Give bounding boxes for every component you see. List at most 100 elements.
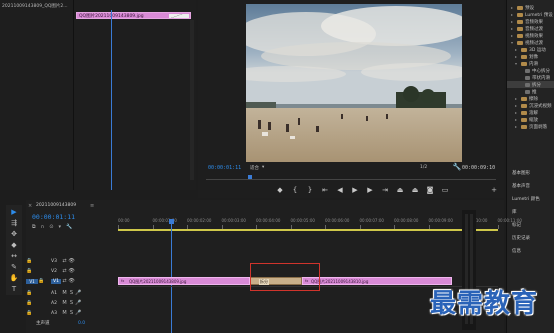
- track-header-v3[interactable]: 🔒 V3 ⇄ 👁: [26, 256, 114, 266]
- effects-tree-item[interactable]: ▸ 擦除: [507, 95, 554, 102]
- effects-tree-label: 带状内滑: [532, 75, 550, 81]
- folder-icon: [521, 96, 527, 101]
- source-scrollbar[interactable]: [190, 20, 194, 180]
- track-select-tool-icon[interactable]: ⇶: [10, 219, 18, 227]
- microphone-icon[interactable]: 🎤: [75, 290, 82, 296]
- sync-lock-icon[interactable]: ⇄: [61, 268, 68, 274]
- lock-icon[interactable]: 🔒: [26, 310, 33, 316]
- marker-icon[interactable]: ▾: [58, 224, 61, 230]
- panel-link-info[interactable]: 信息: [512, 248, 521, 254]
- track-header-v2[interactable]: 🔒 V2 ⇄ 👁: [26, 266, 114, 276]
- source-patch-v1[interactable]: V1: [26, 278, 38, 284]
- track-header-a2[interactable]: 🔒 A2 M S 🎤: [26, 298, 114, 308]
- effects-tree-item[interactable]: 带状内滑: [507, 74, 554, 81]
- go-to-in-icon[interactable]: ⇤: [319, 184, 331, 196]
- wrench-icon[interactable]: 🔧: [453, 163, 462, 170]
- lock-icon[interactable]: 🔒: [26, 258, 33, 264]
- panel-link-basic-sound[interactable]: 基本声音: [512, 183, 530, 189]
- effects-tree-item[interactable]: ▸ 缩放: [507, 116, 554, 123]
- close-icon[interactable]: ×: [28, 203, 32, 209]
- timeline-settings-icon[interactable]: 🔧: [66, 224, 72, 230]
- pen-tool-icon[interactable]: ✎: [10, 263, 18, 271]
- export-frame-icon[interactable]: ◙: [424, 184, 436, 196]
- mute-button[interactable]: M: [61, 310, 68, 316]
- go-to-out-icon[interactable]: ⇥: [379, 184, 391, 196]
- panel-link-lumetri[interactable]: Lumetri 颜色: [512, 196, 540, 202]
- snap-icon[interactable]: ∩: [41, 224, 45, 230]
- lock-icon[interactable]: 🔒: [38, 278, 45, 284]
- mute-button[interactable]: M: [61, 300, 68, 306]
- effects-tree-item[interactable]: ▸ 3D 运动: [507, 46, 554, 53]
- track-header-a1[interactable]: 🔒 A1 M S 🎤: [26, 288, 114, 298]
- hand-tool-icon[interactable]: ✋: [10, 274, 19, 282]
- clip-v1-first[interactable]: fx QQ图片20211009143809.jpg: [118, 277, 250, 285]
- mark-out-icon[interactable]: }: [304, 184, 316, 196]
- type-tool-icon[interactable]: T: [10, 285, 18, 293]
- source-clip-bar[interactable]: QQ图片20211009143809.jpg: [76, 12, 191, 19]
- lock-icon[interactable]: 🔒: [26, 268, 33, 274]
- comparison-view-icon[interactable]: ▭: [439, 184, 451, 196]
- effects-tree-item[interactable]: ▸ 划像: [507, 53, 554, 60]
- effects-tree-item[interactable]: ▸ 音频过渡: [507, 25, 554, 32]
- step-forward-icon[interactable]: ▶: [364, 184, 376, 196]
- mark-in-icon[interactable]: {: [289, 184, 301, 196]
- eye-icon[interactable]: 👁: [68, 268, 75, 274]
- program-playhead[interactable]: [248, 175, 252, 179]
- master-value[interactable]: 0.0: [78, 321, 85, 326]
- folder-icon: [517, 26, 523, 31]
- lift-icon[interactable]: ⏏: [394, 184, 406, 196]
- lock-icon[interactable]: 🔒: [26, 290, 33, 296]
- track-header-a3[interactable]: 🔒 A3 M S 🎤: [26, 308, 114, 318]
- time-ruler[interactable]: 00:00 00:00:01:00 00:00:02:00 00:00:03:00 00…: [118, 217, 522, 231]
- effects-tree-item[interactable]: 推: [507, 88, 554, 95]
- extract-icon[interactable]: ⏏: [409, 184, 421, 196]
- microphone-icon[interactable]: 🎤: [75, 300, 82, 306]
- eye-icon[interactable]: 👁: [68, 278, 75, 284]
- effects-tree-item[interactable]: 拆分: [507, 81, 554, 88]
- solo-button[interactable]: S: [68, 290, 75, 296]
- effects-tree-item[interactable]: 中心拆分: [507, 67, 554, 74]
- effects-tree-item[interactable]: ▾ 视频过渡: [507, 39, 554, 46]
- folder-icon: [521, 103, 527, 108]
- add-button-icon[interactable]: +: [490, 186, 498, 194]
- panel-link-history[interactable]: 历史记录: [512, 235, 530, 241]
- timeline-timecode[interactable]: 00:00:01:11: [32, 213, 75, 221]
- slip-tool-icon[interactable]: ↔: [10, 252, 18, 260]
- step-back-icon[interactable]: ◀: [334, 184, 346, 196]
- menu-icon[interactable]: ≡: [90, 203, 94, 209]
- program-scrubber[interactable]: [206, 175, 496, 180]
- effects-tree-item[interactable]: ▸ 预设: [507, 4, 554, 11]
- selection-tool-icon[interactable]: ▶: [10, 208, 18, 216]
- sync-lock-icon[interactable]: ⇄: [61, 258, 68, 264]
- track-header-v1[interactable]: V1 🔒 V1 ⇄ 👁: [26, 276, 114, 286]
- play-icon[interactable]: ▶: [349, 184, 361, 196]
- effects-tree-item[interactable]: ▸ 视频效果: [507, 32, 554, 39]
- effects-tree-item[interactable]: ▸ 页面剥落: [507, 123, 554, 130]
- effects-tree-item[interactable]: ▾ 内滑: [507, 60, 554, 67]
- sequence-tab[interactable]: 20211009143809: [36, 203, 76, 208]
- panel-link-basic-graphics[interactable]: 基本图形: [512, 170, 530, 176]
- panel-link-library[interactable]: 库: [512, 209, 517, 215]
- razor-tool-icon[interactable]: ◆: [10, 241, 18, 249]
- ripple-edit-tool-icon[interactable]: ✥: [10, 230, 18, 238]
- lock-icon[interactable]: 🔒: [26, 300, 33, 306]
- effects-tree-item[interactable]: ▸ 溶解: [507, 109, 554, 116]
- eye-icon[interactable]: 👁: [68, 258, 75, 264]
- solo-button[interactable]: S: [68, 300, 75, 306]
- effects-tree-item[interactable]: ▸ 音频效果: [507, 18, 554, 25]
- nest-icon[interactable]: ⧉: [32, 224, 36, 230]
- add-marker-icon[interactable]: ◆: [274, 184, 286, 196]
- effects-tree-item[interactable]: ▸ 沉浸式视频: [507, 102, 554, 109]
- effects-tree-item[interactable]: ▸ Lumetri 预设: [507, 11, 554, 18]
- fit-dropdown[interactable]: 适合 ▾: [250, 165, 264, 171]
- linked-selection-icon[interactable]: ⊙: [49, 224, 53, 230]
- mute-button[interactable]: M: [61, 290, 68, 296]
- work-area-bar[interactable]: [118, 229, 498, 231]
- sync-lock-icon[interactable]: ⇄: [61, 278, 68, 284]
- solo-button[interactable]: S: [68, 310, 75, 316]
- resolution-dropdown[interactable]: 1/2: [420, 165, 427, 170]
- track-header-master[interactable]: 主声道 0.0: [26, 318, 114, 328]
- source-panel-tab[interactable]: 20211009143809_QQ图片2...: [2, 3, 72, 11]
- microphone-icon[interactable]: 🎤: [75, 310, 82, 316]
- program-timecode[interactable]: 00:00:01:11: [208, 165, 241, 171]
